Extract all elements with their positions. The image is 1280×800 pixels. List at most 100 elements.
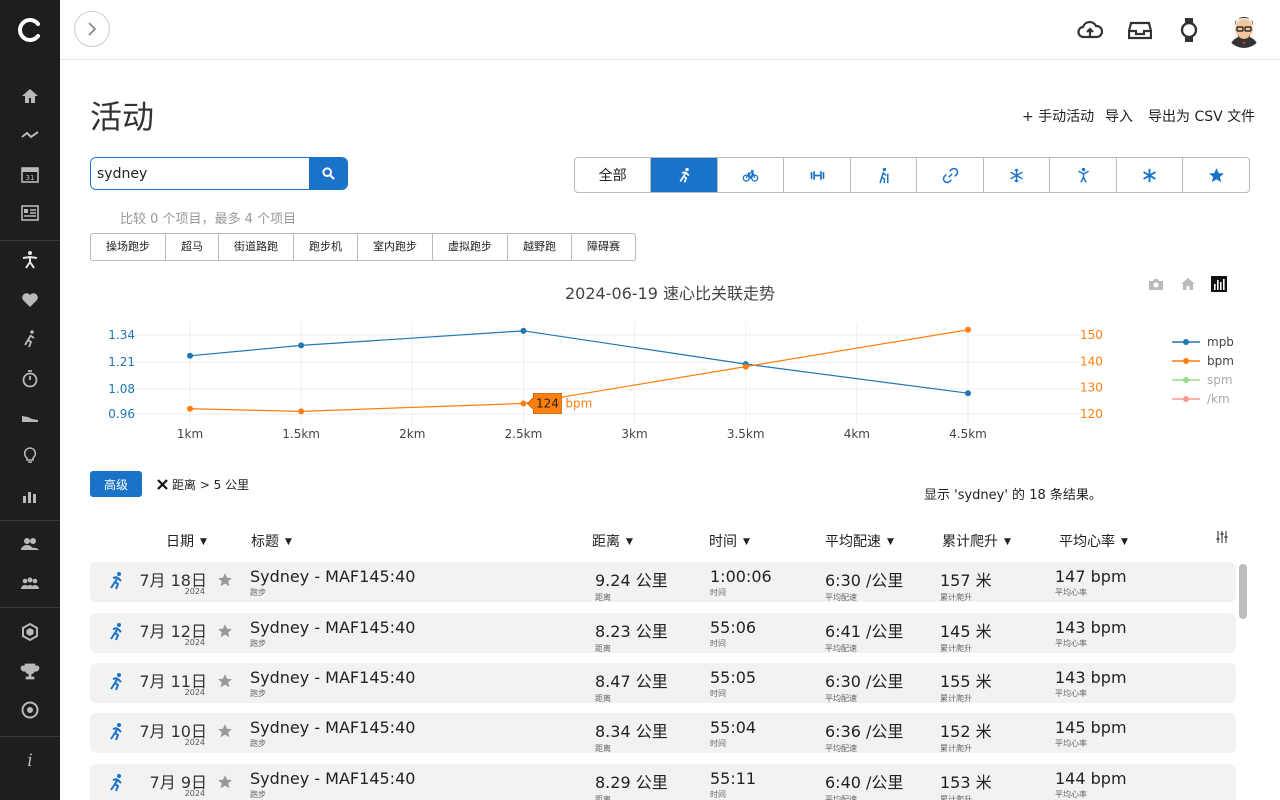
- legend-label-mpb: mpb: [1207, 335, 1234, 349]
- activity-row[interactable]: 7月 12日 2024 Sydney - MAF145:40 跑步 8.23 公里…: [90, 613, 1236, 653]
- x-tick-label: 3.5km: [727, 427, 765, 441]
- subtype-track-button[interactable]: 操场跑步: [91, 234, 165, 260]
- scrollbar-thumb[interactable]: [1239, 564, 1247, 619]
- import-link[interactable]: 导入: [1105, 106, 1133, 126]
- row-elevation: 153 米: [940, 773, 992, 792]
- row-type: 跑步: [250, 639, 266, 648]
- friends-icon[interactable]: [18, 532, 42, 556]
- row-title[interactable]: Sydney - MAF145:40: [250, 718, 415, 737]
- column-date[interactable]: 日期 ▼: [166, 531, 207, 551]
- compare-note: 比较 0 个项目，最多 4 个项目: [120, 212, 297, 227]
- activity-row[interactable]: 7月 9日 2024 Sydney - MAF145:40 跑步 8.29 公里距…: [90, 764, 1236, 800]
- row-time-label: 时间: [710, 588, 726, 597]
- subtype-trail-button[interactable]: 越野跑: [507, 234, 571, 260]
- home-icon[interactable]: [1180, 276, 1196, 292]
- activity-row[interactable]: 7月 11日 2024 Sydney - MAF145:40 跑步 8.47 公里…: [90, 663, 1236, 703]
- type-winter-button[interactable]: [982, 158, 1050, 192]
- row-pace-label: 平均配速: [825, 795, 857, 800]
- row-pace-label: 平均配速: [825, 593, 857, 602]
- heart-icon[interactable]: [18, 288, 42, 312]
- subtype-ultra-button[interactable]: 超马: [165, 234, 218, 260]
- calendar-icon[interactable]: 31: [18, 162, 42, 186]
- type-strength-button[interactable]: [783, 158, 850, 192]
- inbox-icon[interactable]: [1126, 16, 1154, 44]
- column-pace[interactable]: 平均配速 ▼: [825, 531, 894, 551]
- home-icon[interactable]: [18, 84, 42, 108]
- column-time[interactable]: 时间 ▼: [709, 531, 750, 551]
- trend-icon[interactable]: [18, 123, 42, 147]
- upload-cloud-icon[interactable]: [1076, 16, 1104, 44]
- svg-text:31: 31: [26, 174, 35, 182]
- pace-hr-chart[interactable]: 1km 1.5km 2km 2.5km 3km 3.5km 4km 4.5km 0.96 1.08…: [90, 300, 1250, 450]
- type-favorites-button[interactable]: [1182, 158, 1249, 192]
- type-misc-button[interactable]: [1115, 158, 1183, 192]
- subtype-indoor-button[interactable]: 室内跑步: [357, 234, 432, 260]
- legend-marker-/km: [1183, 396, 1189, 402]
- bicycle-icon: [742, 169, 759, 182]
- sort-arrow-icon: ▼: [887, 537, 894, 547]
- groups-icon[interactable]: [18, 571, 42, 595]
- x-tick-label: 1.5km: [282, 427, 320, 441]
- star-icon[interactable]: [217, 774, 233, 790]
- subtype-treadmill-button[interactable]: 跑步机: [293, 234, 357, 260]
- star-icon[interactable]: [217, 572, 233, 588]
- timer-icon[interactable]: [18, 367, 42, 391]
- row-title[interactable]: Sydney - MAF145:40: [250, 567, 415, 586]
- avatar[interactable]: [1226, 12, 1262, 48]
- search-button[interactable]: [309, 158, 347, 189]
- expand-sidebar-button[interactable]: [74, 11, 110, 47]
- subtype-filter: 操场跑步 超马 街道路跑 跑步机 室内跑步 虚拟跑步 越野跑 障碍赛: [90, 233, 636, 261]
- activities-icon[interactable]: [18, 248, 42, 272]
- goal-icon[interactable]: [18, 698, 42, 722]
- manual-activity-link[interactable]: + 手动活动: [1022, 106, 1094, 126]
- info-icon[interactable]: i: [18, 748, 42, 772]
- subtype-street-button[interactable]: 街道路跑: [218, 234, 293, 260]
- activity-row[interactable]: 7月 10日 2024 Sydney - MAF145:40 跑步 8.34 公里…: [90, 713, 1236, 753]
- type-running-button[interactable]: [650, 158, 717, 192]
- trophy-icon[interactable]: [18, 659, 42, 683]
- subtype-virtual-button[interactable]: 虚拟跑步: [432, 234, 507, 260]
- scrollbar[interactable]: [1238, 562, 1248, 800]
- row-heart-rate: 145 bpm: [1055, 718, 1127, 737]
- watch-icon[interactable]: [1175, 16, 1203, 44]
- type-hiking-button[interactable]: [849, 158, 917, 192]
- row-title[interactable]: Sydney - MAF145:40: [250, 668, 415, 687]
- column-elevation[interactable]: 累计爬升 ▼: [942, 531, 1011, 551]
- row-distance-label: 距离: [595, 744, 611, 753]
- advanced-button[interactable]: 高级: [90, 471, 142, 497]
- report-icon[interactable]: [18, 201, 42, 225]
- close-icon[interactable]: [157, 479, 168, 490]
- sort-arrow-icon: ▼: [200, 537, 207, 547]
- column-settings-icon[interactable]: [1215, 530, 1229, 544]
- column-heart-rate[interactable]: 平均心率 ▼: [1059, 531, 1128, 551]
- activity-row[interactable]: 7月 18日 2024 Sydney - MAF145:40 跑步 9.24 公里…: [90, 562, 1236, 602]
- type-cycling-button[interactable]: [716, 158, 784, 192]
- star-icon[interactable]: [217, 723, 233, 739]
- app-logo-icon[interactable]: [16, 16, 44, 44]
- subtype-obstacle-button[interactable]: 障碍赛: [571, 234, 635, 260]
- star-icon[interactable]: [217, 673, 233, 689]
- type-multisport-button[interactable]: [916, 158, 983, 192]
- search-input[interactable]: [91, 158, 309, 189]
- row-title[interactable]: Sydney - MAF145:40: [250, 618, 415, 637]
- column-title[interactable]: 标题 ▼: [251, 531, 292, 551]
- sort-arrow-icon: ▼: [743, 537, 750, 547]
- type-all-button[interactable]: 全部: [575, 158, 650, 192]
- type-other-button[interactable]: [1049, 158, 1116, 192]
- camera-icon[interactable]: [1148, 276, 1164, 292]
- stats-icon[interactable]: [18, 484, 42, 508]
- segments-icon[interactable]: [18, 620, 42, 644]
- row-elevation: 152 米: [940, 722, 992, 741]
- star-icon[interactable]: [217, 623, 233, 639]
- export-csv-link[interactable]: 导出为 CSV 文件: [1148, 106, 1255, 126]
- shoe-icon[interactable]: [18, 405, 42, 429]
- column-distance[interactable]: 距离 ▼: [592, 531, 633, 551]
- y-right-tick-label: 150: [1080, 328, 1103, 342]
- row-title[interactable]: Sydney - MAF145:40: [250, 769, 415, 788]
- distance-filter-tag[interactable]: 距离 > 5 公里: [157, 476, 249, 493]
- running-icon: [110, 673, 122, 691]
- training-icon[interactable]: [18, 327, 42, 351]
- chart-bars-icon[interactable]: [1211, 276, 1227, 292]
- row-time: 55:04: [710, 718, 757, 737]
- lightbulb-icon[interactable]: [18, 444, 42, 468]
